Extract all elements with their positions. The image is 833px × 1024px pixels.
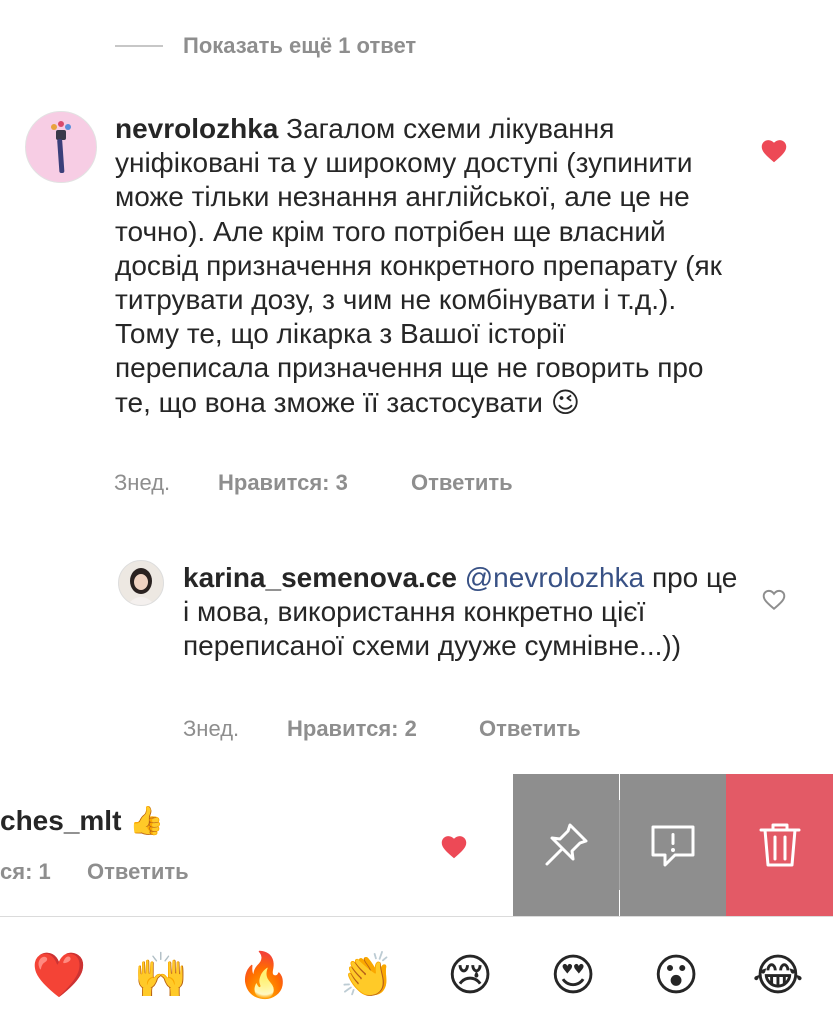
comment-username[interactable]: karina_semenova.ce [183,562,457,593]
like-heart-icon[interactable] [760,137,788,168]
comment-username[interactable]: nevrolozhka [115,113,278,144]
wink-emoji: 😉 [550,386,580,418]
emoji-bar-divider [0,916,833,917]
reply-button[interactable]: Ответить [411,469,513,497]
avatar-person-icon [119,561,163,605]
pin-icon [545,823,588,866]
comment-text: nevrolozhka Загалом схеми лікування уніф… [115,112,725,420]
emoji-heart-button[interactable]: ❤️ [31,948,87,1004]
comment-text: karina_semenova.ce @nevrolozhka про це і… [183,561,743,664]
thumbs-up-emoji: 👍 [129,805,165,836]
reply-button[interactable]: Ответить [87,858,189,886]
like-heart-outline-icon[interactable] [761,587,787,616]
comment-likes-count[interactable]: Нравится: 3 [218,469,348,497]
comment-likes-count[interactable]: Нравится: 2 [287,715,417,743]
pin-button[interactable] [513,774,619,916]
divider-line [115,45,163,47]
mention-link[interactable]: @nevrolozhka [465,562,644,593]
show-more-replies-button[interactable]: Показать ещё 1 ответ [183,32,416,60]
avatar-fork-icon [26,112,96,182]
emoji-heart-eyes-button[interactable]: 😍 [545,948,601,1004]
emoji-fire-button[interactable]: 🔥 [236,948,292,1004]
comment-time: Знед. [114,470,171,495]
emoji-laughing-button[interactable]: 😂 [750,948,806,1004]
comment-body: Загалом схеми лікування уніфіковані та у… [115,113,722,418]
avatar[interactable] [118,560,164,606]
emoji-raised-hands-button[interactable]: 🙌 [133,948,189,1004]
comment-username[interactable]: ches_mlt [0,805,121,836]
delete-button[interactable] [726,774,833,916]
emoji-surprised-button[interactable]: 😮 [648,948,704,1004]
trash-icon [759,823,800,867]
emoji-clap-button[interactable]: 👏 [339,948,395,1004]
comment-likes-count[interactable]: ся: 1 [0,858,51,886]
reply-button[interactable]: Ответить [479,715,581,743]
avatar[interactable] [25,111,97,183]
comment-text: ches_mlt 👍 [0,804,164,838]
emoji-crying-button[interactable]: 😢 [442,948,498,1004]
comment-time: Знед. [183,716,240,741]
report-button[interactable] [620,774,726,916]
report-icon [651,825,695,867]
like-heart-icon[interactable] [440,833,468,864]
